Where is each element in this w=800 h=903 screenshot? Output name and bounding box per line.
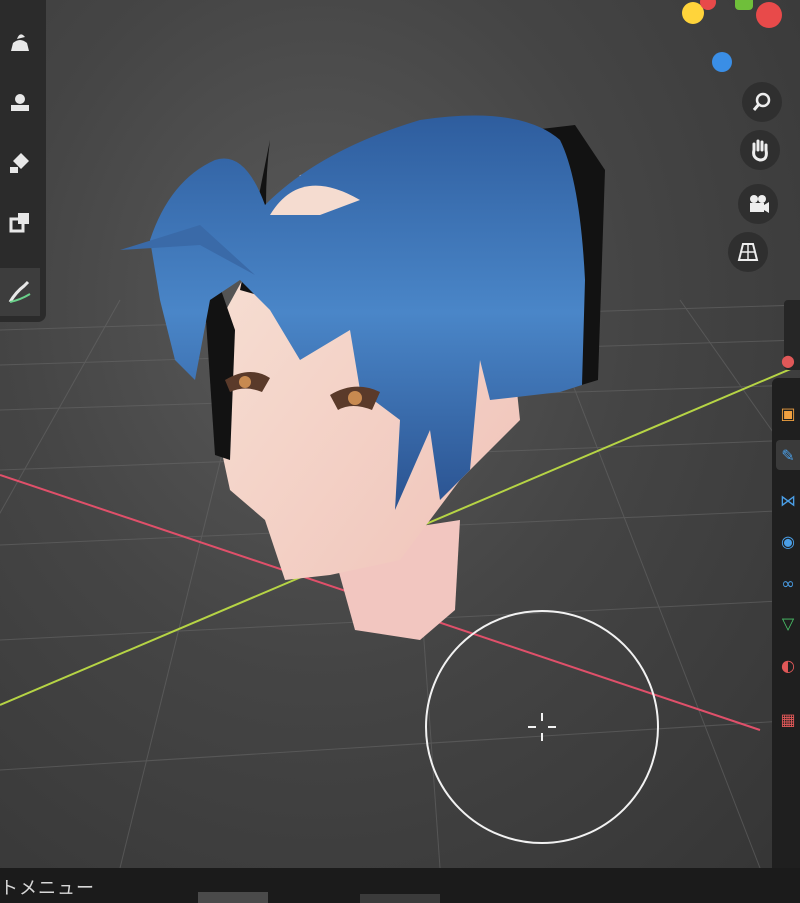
gizmo-axis-blue-dot[interactable]: [712, 52, 732, 72]
gizmo-axis-neg-dot[interactable]: [735, 0, 753, 10]
pan-hand-icon[interactable]: [740, 130, 780, 170]
perspective-grid-icon[interactable]: [728, 232, 768, 272]
tool-shelf: [0, 0, 46, 322]
status-tab-b[interactable]: [360, 894, 440, 903]
clone-icon[interactable]: [0, 202, 40, 242]
physics-icon[interactable]: ◉: [776, 526, 800, 556]
3d-viewport[interactable]: ● ▣ ✎ ⋈ ◉ ∞ ▽ ◐ ▦: [0, 0, 800, 868]
camera-icon[interactable]: [738, 184, 778, 224]
constraints-icon[interactable]: ∞: [776, 568, 800, 598]
object-data-icon[interactable]: ▽: [776, 608, 800, 638]
clay-strips-icon[interactable]: [0, 82, 40, 122]
draw-brush-icon[interactable]: [0, 22, 40, 62]
annotate-icon[interactable]: [0, 268, 40, 316]
material-icon[interactable]: ◐: [776, 650, 800, 680]
texture-icon[interactable]: ▦: [776, 704, 800, 734]
render-icon[interactable]: ●: [776, 345, 800, 375]
gizmo-axis-x-dot[interactable]: [756, 2, 782, 28]
context-menu-label: トメニュー: [0, 878, 95, 899]
object-icon[interactable]: ▣: [776, 398, 800, 428]
status-tab-a[interactable]: [198, 892, 268, 903]
zoom-icon[interactable]: [742, 82, 782, 122]
fill-bucket-icon[interactable]: [0, 142, 40, 182]
brush-cursor: [425, 610, 659, 844]
particles-icon[interactable]: ⋈: [776, 485, 800, 515]
modifier-wrench-icon[interactable]: ✎: [776, 440, 800, 470]
